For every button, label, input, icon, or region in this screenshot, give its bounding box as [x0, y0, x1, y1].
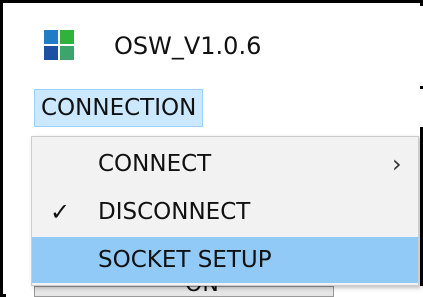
- menu-item-label: CONNECT: [98, 151, 212, 177]
- app-window: OSW_V1.0.6 CONNECTION ON CONNECT › ✓ DIS…: [0, 0, 423, 297]
- check-icon: ✓: [50, 198, 71, 226]
- background-controls: ON: [6, 273, 423, 297]
- menu-item-connect[interactable]: CONNECT ›: [32, 143, 418, 185]
- connection-dropdown-menu: CONNECT › ✓ DISCONNECT SOCKET SETUP: [31, 136, 419, 286]
- menu-bar: CONNECTION: [6, 89, 423, 127]
- window-title: OSW_V1.0.6: [114, 32, 262, 60]
- title-bar: OSW_V1.0.6: [6, 6, 423, 86]
- menu-item-disconnect[interactable]: ✓ DISCONNECT: [32, 191, 418, 233]
- menu-connection[interactable]: CONNECTION: [34, 89, 204, 127]
- menu-item-label: DISCONNECT: [98, 199, 251, 225]
- on-button[interactable]: ON: [34, 273, 334, 297]
- chevron-right-icon: ›: [392, 150, 402, 178]
- app-tiles-icon: [44, 30, 74, 60]
- menu-item-label: SOCKET SETUP: [98, 247, 272, 273]
- menu-item-socket-setup[interactable]: SOCKET SETUP: [32, 237, 418, 283]
